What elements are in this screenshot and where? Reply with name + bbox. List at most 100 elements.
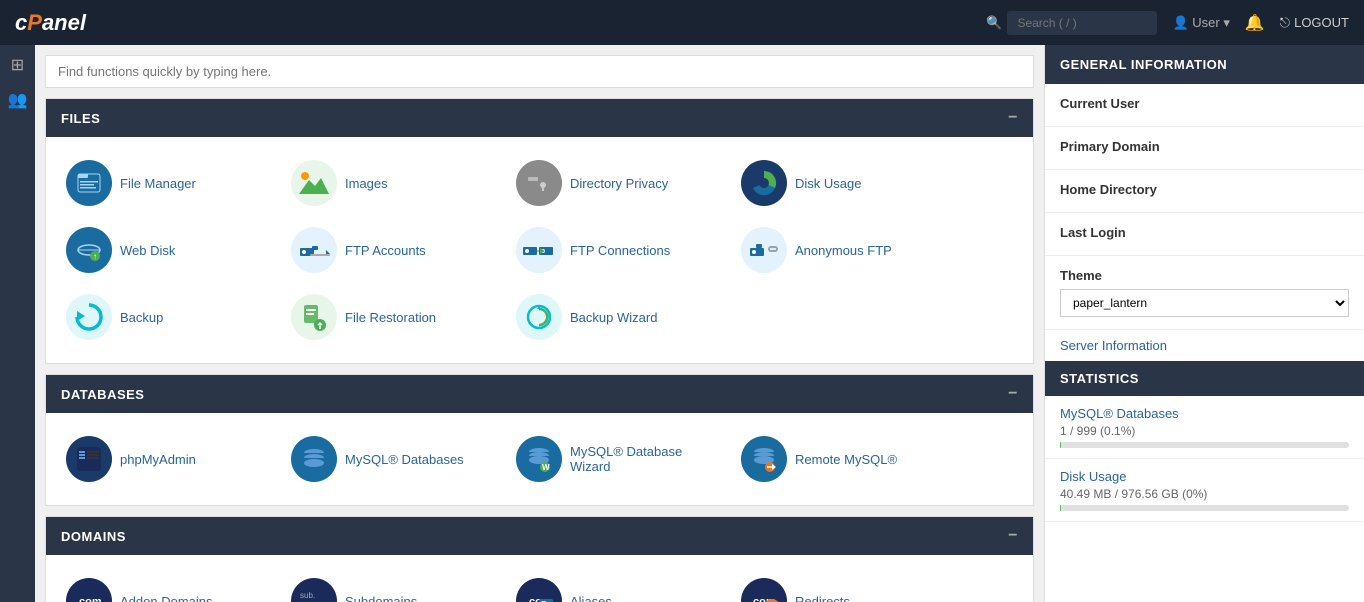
- notification-bell[interactable]: 🔔: [1245, 13, 1265, 33]
- databases-section: DATABASES −: [45, 374, 1034, 506]
- redirects-svg: .com: [746, 583, 782, 602]
- right-panel: GENERAL INFORMATION Current User Primary…: [1044, 45, 1364, 602]
- databases-section-body: phpMyAdmin MySQL® Databases: [46, 413, 1033, 505]
- logout-label: LOGOUT: [1294, 15, 1349, 30]
- redirects-icon: .com: [741, 578, 787, 602]
- app-backup[interactable]: Backup: [61, 286, 281, 348]
- web-disk-svg: ↑: [75, 236, 103, 264]
- anonymous-ftp-icon: [741, 227, 787, 273]
- theme-section: Theme paper_lantern: [1045, 256, 1364, 330]
- stat-disk-value: 40.49 MB / 976.56 GB (0%): [1060, 487, 1349, 501]
- current-user-label: Current User: [1060, 96, 1349, 111]
- directory-privacy-icon: [516, 160, 562, 206]
- sidebar-users-icon[interactable]: 👥: [8, 90, 28, 110]
- ftp-connections-svg: [521, 232, 557, 268]
- disk-usage-label: Disk Usage: [795, 176, 861, 191]
- stat-mysql-link[interactable]: MySQL® Databases: [1060, 406, 1349, 421]
- app-file-restoration[interactable]: File Restoration: [286, 286, 506, 348]
- svg-text:≡: ≡: [541, 598, 546, 602]
- domains-section-title: DOMAINS: [61, 529, 126, 544]
- subdomains-icon: sub. .com: [291, 578, 337, 602]
- general-info-title: GENERAL INFORMATION: [1060, 57, 1227, 72]
- app-subdomains[interactable]: sub. .com Subdomains: [286, 570, 506, 602]
- domains-section-header[interactable]: DOMAINS −: [46, 517, 1033, 555]
- user-menu[interactable]: 👤 User ▾: [1172, 15, 1229, 31]
- directory-privacy-svg: [525, 169, 553, 197]
- ftp-accounts-svg: [296, 232, 332, 268]
- app-disk-usage[interactable]: Disk Usage: [736, 152, 956, 214]
- home-directory-section: Home Directory: [1045, 170, 1364, 213]
- app-directory-privacy[interactable]: Directory Privacy: [511, 152, 731, 214]
- logout-icon: ⎋: [1280, 15, 1290, 31]
- files-section-header[interactable]: FILES −: [46, 99, 1033, 137]
- ftp-connections-label: FTP Connections: [570, 243, 670, 258]
- stat-disk-link[interactable]: Disk Usage: [1060, 469, 1349, 484]
- app-images[interactable]: Images: [286, 152, 506, 214]
- app-ftp-connections[interactable]: FTP Connections: [511, 219, 731, 281]
- mysql-wizard-label: MySQL® Database Wizard: [570, 444, 726, 474]
- home-directory-label: Home Directory: [1060, 182, 1349, 197]
- stat-mysql-bar-bg: [1060, 442, 1349, 448]
- app-anonymous-ftp[interactable]: Anonymous FTP: [736, 219, 956, 281]
- main-layout: ⊞ 👥 FILES −: [0, 45, 1364, 602]
- files-section-body: File Manager Images: [46, 137, 1033, 363]
- top-search-input[interactable]: [1007, 11, 1157, 35]
- addon-domains-svg: .com +: [71, 583, 107, 602]
- app-aliases[interactable]: .com ≡ Aliases: [511, 570, 731, 602]
- disk-usage-svg: [749, 168, 779, 198]
- redirects-label: Redirects: [795, 594, 850, 602]
- user-icon: 👤: [1172, 15, 1188, 30]
- mysql-databases-icon: [291, 436, 337, 482]
- app-web-disk[interactable]: ↑ Web Disk: [61, 219, 281, 281]
- domains-section: DOMAINS − .com + Addon Domains: [45, 516, 1034, 602]
- ftp-accounts-icon: [291, 227, 337, 273]
- logout-button[interactable]: ⎋ LOGOUT: [1280, 15, 1349, 31]
- phpmyadmin-icon: [66, 436, 112, 482]
- databases-collapse-btn[interactable]: −: [1008, 385, 1018, 403]
- subdomains-svg: sub. .com: [296, 583, 332, 602]
- subdomains-label: Subdomains: [345, 594, 417, 602]
- general-info-header: GENERAL INFORMATION: [1045, 45, 1364, 84]
- phpmyadmin-label: phpMyAdmin: [120, 452, 196, 467]
- remote-mysql-icon: [741, 436, 787, 482]
- files-collapse-btn[interactable]: −: [1008, 109, 1018, 127]
- anonymous-ftp-label: Anonymous FTP: [795, 243, 892, 258]
- file-restoration-svg: [296, 299, 332, 335]
- sidebar-grid-icon[interactable]: ⊞: [11, 55, 24, 75]
- backup-wizard-label: Backup Wizard: [570, 310, 657, 325]
- ftp-connections-icon: [516, 227, 562, 273]
- theme-select[interactable]: paper_lantern: [1060, 289, 1349, 317]
- databases-section-header[interactable]: DATABASES −: [46, 375, 1033, 413]
- app-mysql-database-wizard[interactable]: W MySQL® Database Wizard: [511, 428, 731, 490]
- topnav-left: cPanel: [15, 10, 86, 36]
- app-file-manager[interactable]: File Manager: [61, 152, 281, 214]
- cpanel-logo: cPanel: [15, 10, 86, 36]
- images-icon: [291, 160, 337, 206]
- server-info-link[interactable]: Server Information: [1045, 330, 1364, 361]
- images-svg: [295, 164, 333, 202]
- app-addon-domains[interactable]: .com + Addon Domains: [61, 570, 281, 602]
- stat-mysql-value: 1 / 999 (0.1%): [1060, 424, 1349, 438]
- primary-domain-section: Primary Domain: [1045, 127, 1364, 170]
- app-phpmyadmin[interactable]: phpMyAdmin: [61, 428, 281, 490]
- svg-text:↑: ↑: [93, 252, 97, 261]
- file-manager-svg: [75, 169, 103, 197]
- domains-collapse-btn[interactable]: −: [1008, 527, 1018, 545]
- remote-mysql-label: Remote MySQL®: [795, 452, 897, 467]
- files-section-title: FILES: [61, 111, 100, 126]
- app-remote-mysql[interactable]: Remote MySQL®: [736, 428, 956, 490]
- app-redirects[interactable]: .com Redirects: [736, 570, 956, 602]
- app-mysql-databases[interactable]: MySQL® Databases: [286, 428, 506, 490]
- ftp-accounts-label: FTP Accounts: [345, 243, 426, 258]
- disk-usage-icon: [741, 160, 787, 206]
- last-login-label: Last Login: [1060, 225, 1349, 240]
- backup-svg: [71, 299, 107, 335]
- statistics-title: STATISTICS: [1060, 371, 1139, 386]
- svg-text:W: W: [542, 463, 550, 472]
- app-backup-wizard[interactable]: Backup Wizard: [511, 286, 731, 348]
- mysql-databases-svg: [300, 445, 328, 473]
- mysql-wizard-svg: W: [525, 445, 553, 473]
- remote-mysql-svg: [750, 445, 778, 473]
- quick-search-input[interactable]: [45, 55, 1034, 88]
- app-ftp-accounts[interactable]: FTP Accounts: [286, 219, 506, 281]
